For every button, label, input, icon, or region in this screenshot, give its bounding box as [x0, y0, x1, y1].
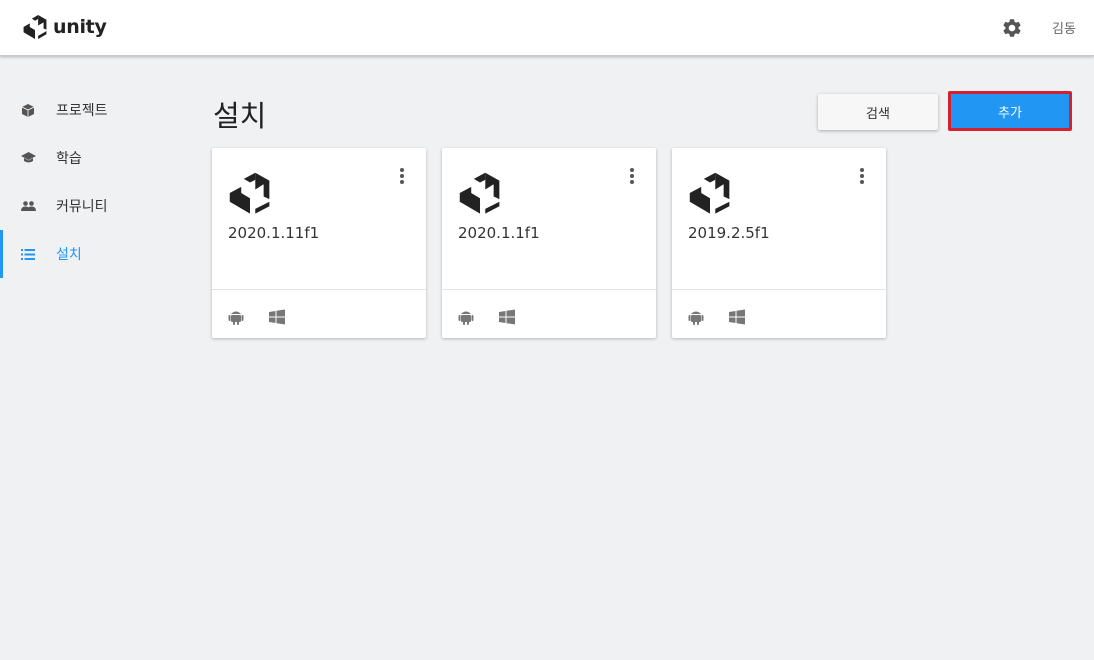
install-card[interactable]: 2020.1.11f1	[212, 148, 426, 338]
android-icon	[688, 311, 704, 325]
version-label: 2020.1.1f1	[458, 224, 540, 242]
top-bar: unity 김동	[0, 0, 1094, 56]
sidebar-item-learn[interactable]: 학습	[0, 134, 190, 182]
sidebar-item-projects[interactable]: 프로젝트	[0, 86, 190, 134]
unity-logo-icon	[23, 15, 47, 39]
card-menu-icon[interactable]	[396, 166, 408, 186]
card-divider	[212, 289, 426, 290]
list-icon	[20, 246, 36, 262]
add-button-highlight: 추가	[948, 91, 1072, 131]
unity-cube-icon	[229, 172, 270, 214]
android-icon	[458, 311, 474, 325]
card-menu-icon[interactable]	[626, 166, 638, 186]
windows-icon	[729, 309, 745, 325]
add-button[interactable]: 추가	[951, 94, 1069, 128]
card-menu-icon[interactable]	[856, 166, 868, 186]
windows-icon	[269, 309, 285, 325]
graduation-cap-icon	[20, 150, 36, 166]
install-card[interactable]: 2019.2.5f1	[672, 148, 886, 338]
sidebar-item-community[interactable]: 커뮤니티	[0, 182, 190, 230]
sidebar-item-installs[interactable]: 설치	[0, 230, 190, 278]
logo-text: unity	[53, 16, 107, 38]
version-label: 2019.2.5f1	[688, 224, 770, 242]
sidebar-item-label: 설치	[56, 247, 82, 263]
unity-logo[interactable]: unity	[22, 14, 107, 40]
card-divider	[442, 289, 656, 290]
unity-cube-icon	[459, 172, 500, 214]
cube-icon	[20, 102, 36, 118]
user-name[interactable]: 김동	[1052, 18, 1076, 37]
sidebar-item-label: 프로젝트	[56, 103, 108, 119]
sidebar-item-label: 커뮤니티	[56, 199, 108, 215]
version-label: 2020.1.11f1	[228, 224, 320, 242]
search-button[interactable]: 검색	[818, 94, 938, 130]
gear-icon[interactable]	[1001, 17, 1023, 39]
sidebar: 프로젝트 학습 커뮤니티 설치	[0, 86, 190, 278]
windows-icon	[499, 309, 515, 325]
page-title: 설치	[213, 99, 267, 133]
people-icon	[20, 198, 36, 214]
android-icon	[228, 311, 244, 325]
sidebar-item-label: 학습	[56, 151, 82, 167]
install-card[interactable]: 2020.1.1f1	[442, 148, 656, 338]
card-divider	[672, 289, 886, 290]
unity-cube-icon	[689, 172, 730, 214]
